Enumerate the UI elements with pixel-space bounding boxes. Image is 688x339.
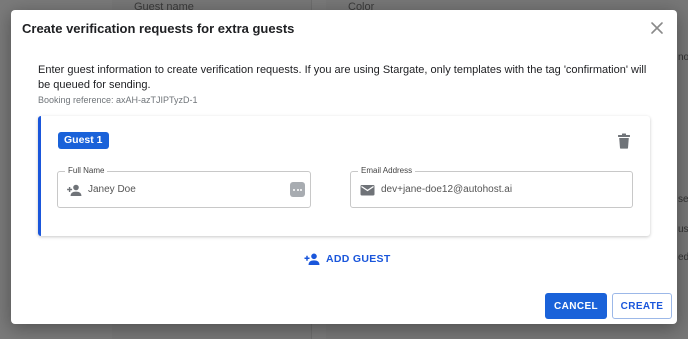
- full-name-value: Janey Doe: [88, 184, 136, 195]
- create-button[interactable]: CREATE: [612, 293, 672, 319]
- background-fragment: eds: [678, 252, 688, 263]
- verification-dialog: Create verification requests for extra g…: [11, 10, 677, 324]
- trash-icon: [618, 133, 630, 149]
- background-fragment: ust: [678, 224, 688, 235]
- email-label: Email Address: [358, 166, 416, 176]
- email-value: dev+jane-doe12@autohost.ai: [381, 184, 513, 195]
- dialog-title: Create verification requests for extra g…: [22, 21, 295, 36]
- close-icon: [651, 22, 663, 34]
- cancel-button[interactable]: CANCEL: [545, 293, 607, 319]
- guest-card: Guest 1 Full Name Janey Doe Email Addres…: [38, 116, 650, 236]
- delete-guest-button[interactable]: [617, 133, 631, 149]
- mail-icon: [360, 185, 375, 196]
- background-fragment: ser: [678, 194, 688, 205]
- autofill-dots-icon[interactable]: [290, 182, 305, 197]
- full-name-label: Full Name: [65, 166, 108, 176]
- background-fragment: no: [678, 52, 688, 63]
- person-add-icon: [304, 253, 320, 265]
- person-add-icon: [67, 184, 82, 196]
- email-field[interactable]: Email Address dev+jane-doe12@autohost.ai: [350, 166, 633, 208]
- dialog-intro-text: Enter guest information to create verifi…: [38, 64, 647, 91]
- full-name-field[interactable]: Full Name Janey Doe: [57, 166, 311, 208]
- close-button[interactable]: [649, 20, 665, 36]
- add-guest-button[interactable]: ADD GUEST: [304, 250, 391, 268]
- add-guest-label: ADD GUEST: [326, 253, 391, 265]
- booking-reference: Booking reference: axAH-azTJIPTyzD-1: [38, 95, 198, 105]
- guest-chip: Guest 1: [58, 132, 109, 149]
